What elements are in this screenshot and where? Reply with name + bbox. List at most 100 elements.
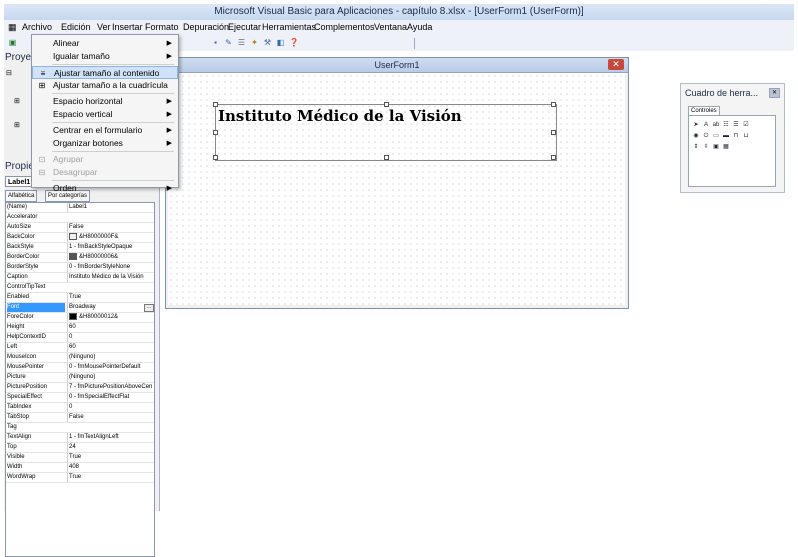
multipage-tool-icon[interactable]: ⊔: [742, 132, 750, 140]
property-value[interactable]: Instituto Médico de la Visión: [67, 273, 154, 282]
property-row[interactable]: MouseIcon (Ninguno): [6, 353, 154, 363]
property-row[interactable]: AutoSize False: [6, 223, 154, 233]
property-row[interactable]: Height 60: [6, 323, 154, 333]
property-value[interactable]: 0 - fmMousePointerDefault: [67, 363, 154, 372]
property-row[interactable]: Visible True: [6, 453, 154, 463]
resize-handle[interactable]: [384, 102, 389, 107]
resize-handle[interactable]: [213, 155, 218, 160]
property-row[interactable]: TextAlign 1 - fmTextAlignLeft: [6, 433, 154, 443]
menu-item[interactable]: Espacio horizontal ▶: [32, 95, 178, 108]
menu-complementos[interactable]: Complementos: [314, 22, 375, 32]
property-row[interactable]: Enabled True: [6, 293, 154, 303]
property-value[interactable]: Broadway…: [67, 303, 154, 312]
property-row[interactable]: Left 60: [6, 343, 154, 353]
property-row[interactable]: Tag: [6, 423, 154, 433]
menu-edicion[interactable]: Edición: [61, 22, 91, 32]
frame-tool-icon[interactable]: ▭: [712, 132, 720, 140]
property-row[interactable]: TabIndex 0: [6, 403, 154, 413]
resize-handle[interactable]: [213, 102, 218, 107]
menu-item[interactable]: ⊞ Ajustar tamaño a la cuadrícula: [32, 79, 178, 92]
menu-archivo[interactable]: Archivo: [22, 22, 52, 32]
close-icon[interactable]: ✕: [608, 59, 624, 70]
design-mode-icon[interactable]: ▪: [211, 38, 220, 47]
optionbutton-tool-icon[interactable]: ◉: [692, 132, 700, 140]
property-value[interactable]: True: [67, 473, 154, 482]
property-value[interactable]: 24: [67, 443, 154, 452]
property-value[interactable]: 0 - fmBorderStyleNone: [67, 263, 154, 272]
property-value[interactable]: (Ninguno): [67, 353, 154, 362]
property-row[interactable]: MousePointer 0 - fmMousePointerDefault: [6, 363, 154, 373]
menu-ayuda[interactable]: Ayuda: [407, 22, 432, 32]
property-row[interactable]: Top 24: [6, 443, 154, 453]
property-value[interactable]: True: [67, 453, 154, 462]
menu-item[interactable]: ⊡ Agrupar: [32, 153, 178, 166]
property-value[interactable]: False: [67, 413, 154, 422]
form-layout-icon[interactable]: ◧: [276, 38, 285, 47]
resize-handle[interactable]: [384, 155, 389, 160]
property-row[interactable]: ControlTipText: [6, 283, 154, 293]
menu-item[interactable]: Alinear ▶: [32, 37, 178, 50]
object-browser-icon[interactable]: ✦: [250, 38, 259, 47]
property-row[interactable]: Accelerator: [6, 213, 154, 223]
menu-depuracion[interactable]: Depuración: [183, 22, 229, 32]
project-tree-node-icon[interactable]: ⊞: [14, 97, 20, 105]
menu-insertar[interactable]: Insertar: [112, 22, 143, 32]
label-tool-icon[interactable]: A: [702, 121, 710, 129]
property-value[interactable]: Label1: [67, 203, 154, 212]
project-tree-node-icon[interactable]: ⊞: [14, 121, 20, 129]
property-value[interactable]: 7 - fmPicturePositionAboveCen: [67, 383, 154, 392]
property-value[interactable]: True: [67, 293, 154, 302]
resize-handle[interactable]: [213, 130, 218, 135]
togglebutton-tool-icon[interactable]: ⏻: [702, 132, 710, 140]
property-value[interactable]: 0: [67, 333, 154, 342]
property-value[interactable]: 0: [67, 403, 154, 412]
pointer-icon[interactable]: ➤: [692, 121, 700, 129]
property-row[interactable]: Caption Instituto Médico de la Visión: [6, 273, 154, 283]
property-row[interactable]: WordWrap True: [6, 473, 154, 483]
property-value[interactable]: 1 - fmTextAlignLeft: [67, 433, 154, 442]
property-row[interactable]: HelpContextID 0: [6, 333, 154, 343]
property-value[interactable]: &H8000000F&: [67, 233, 154, 243]
properties-window-icon[interactable]: ☰: [237, 38, 246, 47]
property-value[interactable]: &H80000012&: [67, 313, 154, 323]
menu-ver[interactable]: Ver: [97, 22, 111, 32]
property-value[interactable]: &H80000006&: [67, 253, 154, 263]
menu-item[interactable]: Organizar botones ▶: [32, 137, 178, 150]
image-tool-icon[interactable]: ▣: [712, 143, 720, 151]
property-row[interactable]: BackColor &H8000000F&: [6, 233, 154, 243]
property-row[interactable]: (Name) Label1: [6, 203, 154, 213]
menu-item[interactable]: Centrar en el formulario ▶: [32, 124, 178, 137]
refedit-tool-icon[interactable]: ▦: [722, 143, 730, 151]
property-row[interactable]: PicturePosition 7 - fmPicturePositionAbov…: [6, 383, 154, 393]
property-row[interactable]: BorderStyle 0 - fmBorderStyleNone: [6, 263, 154, 273]
property-value[interactable]: False: [67, 223, 154, 232]
resize-handle[interactable]: [551, 155, 556, 160]
property-row[interactable]: Picture (Ninguno): [6, 373, 154, 383]
menu-ventana[interactable]: Ventana: [374, 22, 407, 32]
textbox-tool-icon[interactable]: ab: [712, 121, 720, 129]
menu-ejecutar[interactable]: Ejecutar: [228, 22, 261, 32]
tabstrip-tool-icon[interactable]: ⊓: [732, 132, 740, 140]
menu-item[interactable]: ≡ Ajustar tamaño al contenido: [32, 66, 178, 79]
close-icon[interactable]: ✕: [769, 88, 780, 98]
userform-canvas[interactable]: Instituto Médico de la Visión: [168, 73, 625, 305]
menu-item[interactable]: ⊟ Desagrupar: [32, 166, 178, 179]
property-row[interactable]: SpecialEffect 0 - fmSpecialEffectFlat: [6, 393, 154, 403]
listbox-tool-icon[interactable]: ☰: [732, 121, 740, 129]
property-value[interactable]: 0 - fmSpecialEffectFlat: [67, 393, 154, 402]
property-value[interactable]: 60: [67, 343, 154, 352]
menu-herramientas[interactable]: Herramientas: [262, 22, 316, 32]
combobox-tool-icon[interactable]: ☷: [722, 121, 730, 129]
menu-item[interactable]: Igualar tamaño ▶: [32, 50, 178, 63]
resize-handle[interactable]: [551, 102, 556, 107]
scrollbar-tool-icon[interactable]: ⇕: [692, 143, 700, 151]
property-value[interactable]: 408: [67, 463, 154, 472]
menu-item[interactable]: Orden ▶: [32, 182, 178, 195]
spinbutton-tool-icon[interactable]: ⇳: [702, 143, 710, 151]
property-value[interactable]: (Ninguno): [67, 373, 154, 382]
property-row[interactable]: Font Broadway…: [6, 303, 154, 313]
project-explorer-icon[interactable]: ✎: [224, 38, 233, 47]
property-row[interactable]: BackStyle 1 - fmBackStyleOpaque: [6, 243, 154, 253]
view-excel-icon[interactable]: ▣: [8, 38, 17, 47]
menu-formato[interactable]: Formato: [145, 22, 179, 32]
